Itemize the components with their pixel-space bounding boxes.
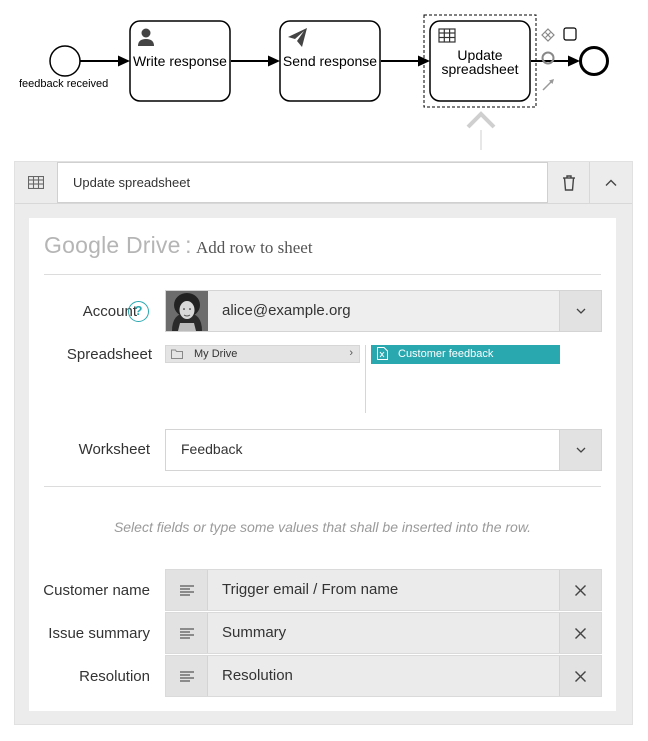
clear-mapping-button[interactable] (559, 570, 601, 610)
text-mode-button[interactable] (166, 613, 208, 653)
clear-mapping-button[interactable] (559, 656, 601, 696)
text-lines-icon (179, 627, 194, 639)
close-icon (575, 584, 586, 596)
worksheet-dropdown-button[interactable] (559, 430, 601, 470)
title-divider (44, 274, 601, 275)
start-event-label: feedback received (19, 78, 109, 90)
selected-spreadsheet-item[interactable]: Customer feedback (371, 345, 560, 364)
chevron-right-icon: › (349, 347, 353, 359)
selected-spreadsheet-label: Customer feedback (398, 348, 494, 360)
help-icon[interactable]: ? (128, 301, 149, 322)
task-label-line1: Update (457, 47, 503, 63)
text-mode-button[interactable] (166, 656, 208, 696)
mapping-row: Resolution (165, 655, 602, 697)
task-label-line2: spreadsheet (441, 61, 519, 77)
worksheet-label: Worksheet (78, 441, 150, 458)
panel-header: Update spreadsheet (15, 162, 632, 204)
connect-icon[interactable] (542, 79, 554, 91)
card-title: Google Drive : Add row to sheet (44, 232, 313, 259)
mapping-row: Summary (165, 612, 602, 654)
process-diagram (49, 14, 609, 150)
mapping-label-issue-summary: Issue summary (48, 625, 150, 642)
task-icon[interactable] (563, 27, 577, 41)
panel-pointer-icon (466, 111, 496, 129)
avatar (166, 291, 208, 331)
mapping-value[interactable]: Trigger email / From name (222, 581, 398, 598)
title-separator: : (185, 232, 192, 258)
spreadsheet-label: Spreadsheet (66, 346, 152, 363)
task-name-input[interactable]: Update spreadsheet (57, 162, 548, 203)
close-icon (575, 670, 586, 682)
trash-icon (562, 174, 575, 191)
spreadsheet-file-icon (377, 347, 388, 360)
folder-icon (171, 349, 183, 359)
mapping-label-customer-name: Customer name (43, 582, 150, 599)
drive-root-item[interactable]: My Drive › (165, 345, 360, 363)
end-event[interactable] (579, 46, 609, 76)
text-mode-button[interactable] (166, 570, 208, 610)
task-update-spreadsheet-label: Update spreadsheet (430, 48, 530, 76)
collapse-panel-button[interactable] (590, 162, 632, 203)
action-name: Add row to sheet (195, 238, 313, 257)
delete-task-button[interactable] (548, 162, 590, 203)
sequence-flow-1-arrow (118, 55, 130, 67)
close-icon (575, 627, 586, 639)
sequence-flow-4-arrow (568, 55, 580, 67)
chevron-up-icon (605, 179, 617, 186)
mapping-hint: Select fields or type some values that s… (113, 519, 532, 535)
fields-divider (44, 486, 601, 487)
start-event[interactable] (49, 45, 81, 77)
account-select[interactable]: alice@example.org (165, 290, 602, 332)
service-name: Google Drive (44, 232, 181, 258)
chevron-down-icon (576, 447, 585, 453)
clear-mapping-button[interactable] (559, 613, 601, 653)
mapping-row: Trigger email / From name (165, 569, 602, 611)
worksheet-value: Feedback (181, 441, 243, 457)
account-dropdown-button[interactable] (559, 291, 601, 331)
chevron-down-icon (576, 308, 585, 314)
exclusive-gateway-icon[interactable] (541, 28, 555, 42)
mapping-value[interactable]: Summary (222, 624, 286, 641)
task-send-response-label: Send response (282, 53, 378, 69)
drive-root-label: My Drive (194, 348, 238, 360)
worksheet-select[interactable]: Feedback (165, 429, 602, 471)
header-table-icon (15, 162, 57, 203)
mapping-label-resolution: Resolution (79, 668, 150, 685)
mapping-value[interactable]: Resolution (222, 667, 293, 684)
browser-divider (365, 345, 366, 413)
properties-panel: Update spreadsheet Google Drive : Add ro… (14, 161, 633, 725)
account-value: alice@example.org (222, 302, 351, 319)
config-card: Google Drive : Add row to sheet Account … (29, 218, 616, 711)
text-lines-icon (179, 670, 194, 682)
text-lines-icon (179, 584, 194, 596)
sequence-flow-2-arrow (268, 55, 280, 67)
task-write-response-label: Write response (133, 53, 227, 69)
